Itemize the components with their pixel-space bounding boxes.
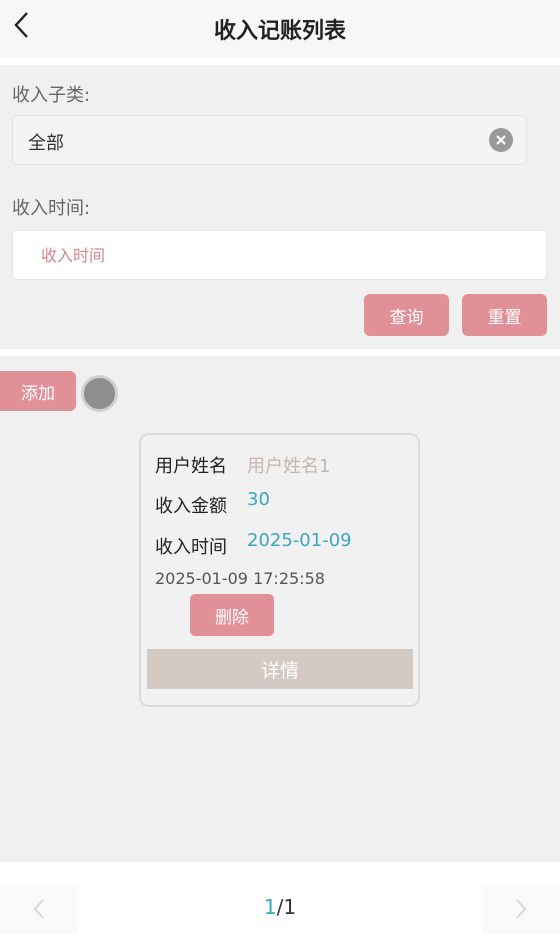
toggle-button[interactable] (81, 375, 118, 412)
current-page: 1 (263, 895, 277, 919)
header-bar: 收入记账列表 (0, 0, 560, 58)
divider (0, 349, 560, 356)
amount-value: 30 (247, 489, 270, 510)
next-page-button[interactable] (482, 884, 560, 934)
reset-button[interactable]: 重置 (462, 294, 547, 336)
created-timestamp: 2025-01-09 17:25:58 (155, 569, 325, 588)
chevron-right-icon (516, 899, 527, 919)
amount-label: 收入金额 (155, 496, 227, 517)
time-value: 2025-01-09 (247, 530, 352, 551)
clear-icon[interactable] (489, 128, 513, 152)
pagination: 1/1 (0, 862, 560, 940)
subtype-select[interactable]: 全部 (12, 115, 527, 165)
record-list: 添加 用户姓名 用户姓名1 收入金额 30 收入时间 2025-01-09 20… (0, 356, 560, 862)
subtype-label: 收入子类: (12, 85, 91, 106)
name-value: 用户姓名1 (247, 456, 331, 477)
time-input[interactable] (12, 230, 547, 280)
record-card: 用户姓名 用户姓名1 收入金额 30 收入时间 2025-01-09 2025-… (139, 433, 420, 707)
subtype-value: 全部 (28, 133, 64, 154)
search-button[interactable]: 查询 (364, 294, 449, 336)
delete-button[interactable]: 删除 (190, 594, 274, 636)
add-button[interactable]: 添加 (0, 371, 76, 411)
page-title: 收入记账列表 (213, 19, 346, 44)
page-indicator: 1/1 (0, 895, 560, 919)
time-label: 收入时间: (12, 198, 91, 219)
divider (0, 58, 560, 65)
name-label: 用户姓名 (155, 456, 227, 477)
total-pages: /1 (276, 895, 297, 919)
filter-panel: 收入子类: 全部 收入时间: 查询 重置 (0, 65, 560, 349)
back-arrow-icon (14, 12, 28, 38)
time-label: 收入时间 (155, 537, 227, 558)
detail-button[interactable]: 详情 (147, 649, 413, 689)
back-button[interactable] (8, 10, 34, 40)
